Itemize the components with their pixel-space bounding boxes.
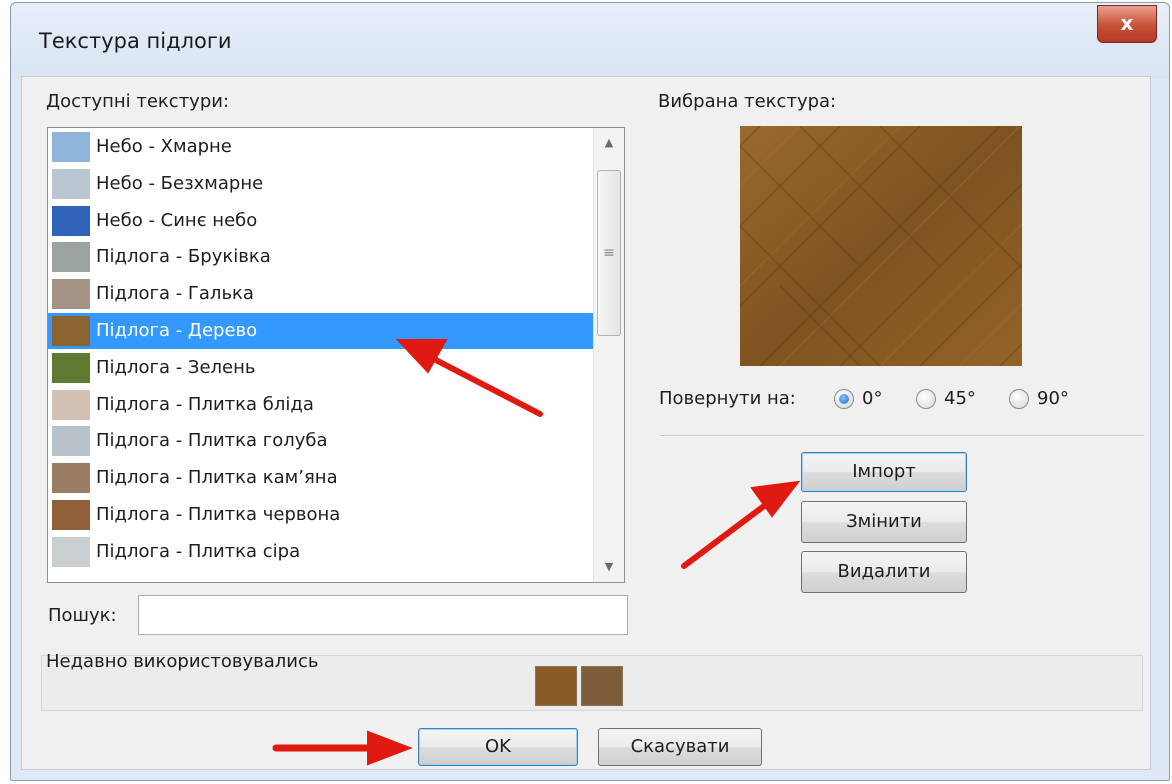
- arrow-icon: [395, 339, 543, 417]
- arrow-icon: [681, 480, 801, 569]
- arrow-icon: [272, 730, 413, 766]
- annotation-arrows: [272, 339, 801, 766]
